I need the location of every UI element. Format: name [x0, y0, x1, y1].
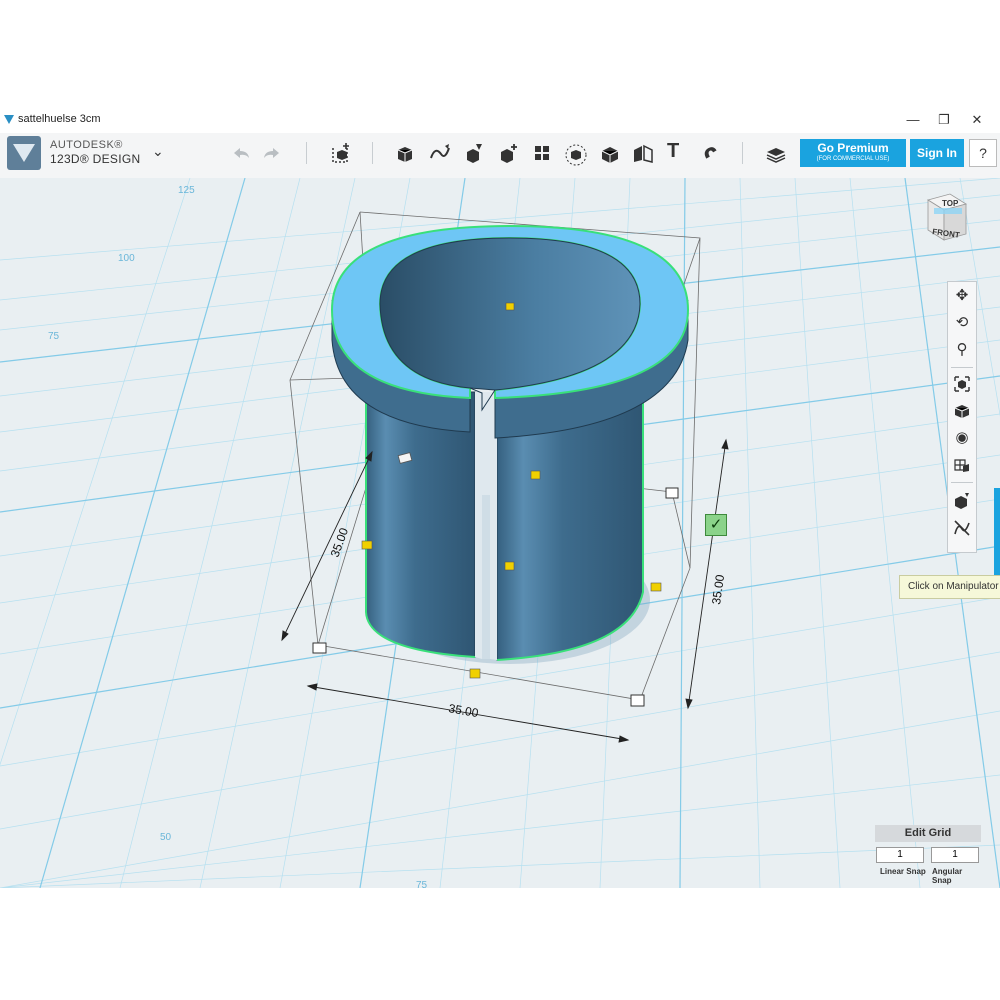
sign-in-button[interactable]: Sign In — [910, 139, 964, 167]
primitives-box-icon[interactable] — [392, 140, 418, 166]
grid-ruler-label: 100 — [118, 253, 135, 264]
close-button[interactable]: ✕ — [962, 111, 992, 129]
side-panel-tab[interactable] — [994, 488, 1000, 588]
main-toolbar: AUTODESK® 123D® DESIGN ⌄ T Go Premium (F… — [0, 133, 1000, 179]
grid-ruler-label: 50 — [160, 832, 172, 843]
app-logo-icon — [4, 115, 14, 124]
go-premium-sublabel: (FOR COMMERCIAL USE) — [816, 156, 890, 162]
measure-icon[interactable] — [630, 140, 656, 166]
dimension-width-label[interactable]: 35.00 — [447, 701, 479, 720]
angular-snap-input[interactable]: 1 — [931, 847, 979, 863]
nav-separator — [951, 482, 973, 483]
grid-ruler-label: 75 — [416, 880, 428, 888]
window-title: sattelhuelse 3cm — [18, 113, 101, 125]
manipulator-handle[interactable] — [504, 561, 515, 571]
restore-button[interactable]: ❐ — [929, 111, 959, 129]
edit-grid-panel: Edit Grid 1 1 Linear Snap Angular Snap — [875, 825, 981, 885]
grid-view-icon[interactable] — [952, 455, 972, 475]
toolbar-separator — [742, 142, 743, 164]
grid-ruler-label: 125 — [178, 185, 195, 196]
manipulator-handle[interactable] — [469, 668, 481, 679]
grid-ruler-label: 75 — [48, 331, 60, 342]
linear-snap-input[interactable]: 1 — [876, 847, 924, 863]
app-menu-logo-icon[interactable] — [7, 136, 41, 170]
view-mode-icon[interactable] — [952, 401, 972, 421]
pan-icon[interactable]: ✥ — [952, 286, 972, 306]
brand-product: 123D® DESIGN — [50, 152, 141, 166]
scale-corner-handle[interactable] — [630, 694, 645, 707]
manipulator-handle[interactable] — [650, 582, 662, 592]
snap-magnet-icon[interactable] — [697, 140, 723, 166]
scale-corner-handle[interactable] — [312, 642, 327, 654]
orbit-icon[interactable]: ⟲ — [952, 313, 972, 333]
help-button[interactable]: ? — [969, 139, 997, 167]
dimension-height-label[interactable]: 35.00 — [709, 573, 727, 605]
toolbar-separator — [306, 142, 307, 164]
3d-viewport[interactable]: 125 100 75 50 75 35.00 35.00 35.00 ✓ — [0, 178, 1000, 888]
material-icon[interactable] — [952, 490, 972, 510]
minimize-button[interactable]: — — [898, 111, 928, 129]
grouping-icon[interactable] — [563, 140, 589, 166]
add-primitive-icon[interactable] — [327, 140, 353, 166]
toolbar-separator — [372, 142, 373, 164]
manipulator-handle[interactable] — [361, 540, 373, 550]
combine-icon[interactable] — [597, 140, 623, 166]
go-premium-label: Go Premium — [817, 141, 889, 155]
modify-icon[interactable] — [495, 140, 521, 166]
scene-canvas[interactable]: 125 100 75 50 75 35.00 35.00 35.00 — [0, 178, 1000, 888]
manipulator-handle[interactable] — [530, 470, 541, 480]
construct-icon[interactable] — [461, 140, 487, 166]
pattern-icon[interactable] — [529, 140, 555, 166]
text-icon[interactable]: T — [667, 140, 679, 163]
scale-corner-handle[interactable] — [665, 487, 679, 499]
model-sleeve[interactable] — [330, 224, 690, 661]
window-titlebar: sattelhuelse 3cm — ❐ ✕ — [0, 107, 1000, 133]
fit-view-icon[interactable] — [952, 374, 972, 394]
go-premium-button[interactable]: Go Premium (FOR COMMERCIAL USE) — [800, 139, 906, 167]
brand-autodesk: AUTODESK® — [50, 139, 123, 151]
viewcube-top-label: TOP — [942, 199, 959, 208]
material-layers-icon[interactable] — [763, 140, 789, 166]
chevron-down-icon[interactable]: ⌄ — [152, 143, 164, 160]
navigation-bar: ✥ ⟲ ⚲ ◉ — [947, 281, 977, 553]
tooltip: Click on Manipulator a — [899, 575, 1000, 599]
edit-grid-button[interactable]: Edit Grid — [875, 825, 981, 842]
visibility-eye-icon[interactable]: ◉ — [952, 428, 972, 448]
manipulator-handle[interactable] — [505, 302, 515, 311]
dimension-depth-label[interactable]: 35.00 — [328, 526, 352, 559]
angular-snap-label: Angular Snap — [932, 867, 963, 885]
confirm-check-icon[interactable]: ✓ — [705, 514, 727, 536]
viewcube[interactable]: TOP FRONT — [924, 190, 968, 244]
hide-sketch-icon[interactable] — [952, 518, 972, 538]
undo-icon[interactable] — [228, 140, 254, 166]
nav-separator — [951, 367, 973, 368]
sketch-icon[interactable] — [427, 140, 453, 166]
zoom-icon[interactable]: ⚲ — [952, 340, 972, 360]
linear-snap-label: Linear Snap — [880, 867, 926, 876]
redo-icon[interactable] — [259, 140, 285, 166]
